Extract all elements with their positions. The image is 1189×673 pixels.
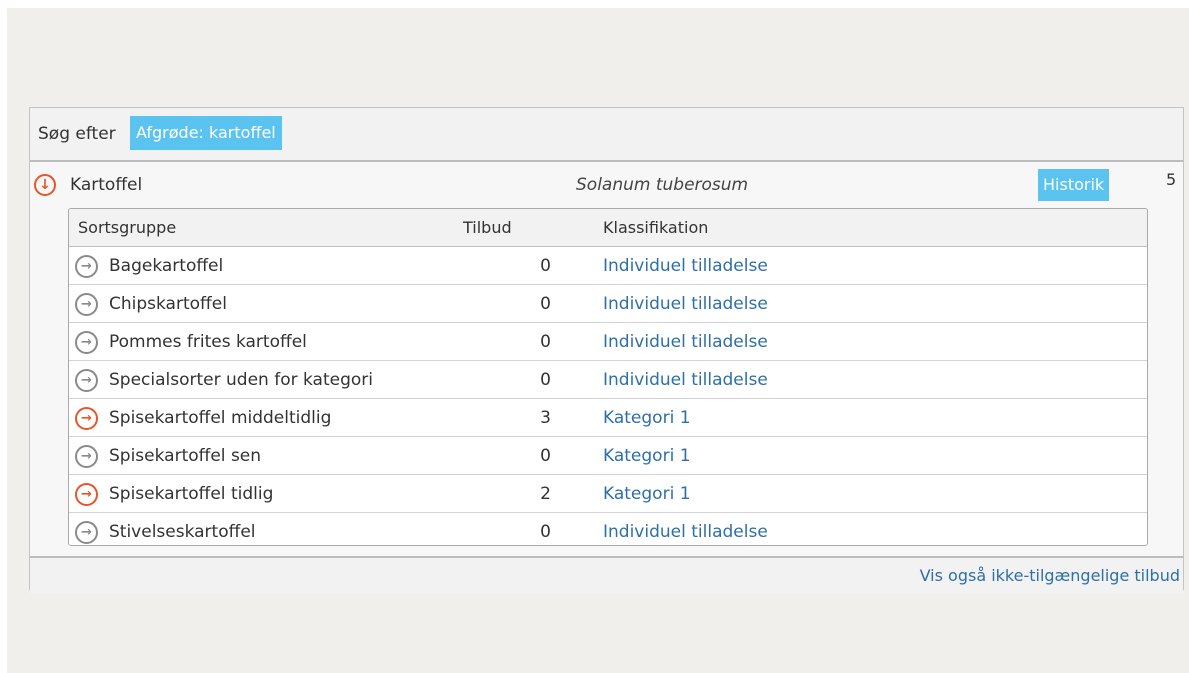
arrow-right-circle-icon[interactable]: → — [75, 369, 98, 392]
search-label: Søg efter — [38, 124, 116, 144]
row-offer-count: 0 — [540, 332, 551, 352]
column-header-offers[interactable]: Tilbud — [463, 218, 512, 237]
row-group-name[interactable]: Spisekartoffel tidlig — [109, 484, 273, 504]
row-offer-count: 0 — [540, 294, 551, 314]
arrow-right-circle-icon[interactable]: → — [75, 407, 98, 430]
footer-bar: Vis også ikke-tilgængelige tilbud — [30, 556, 1183, 594]
row-offer-count: 0 — [540, 256, 551, 276]
row-classification-link[interactable]: Kategori 1 — [603, 484, 691, 504]
crop-row: ↓ Kartoffel Solanum tuberosum Historik 5 — [30, 162, 1183, 206]
row-offer-count: 3 — [540, 408, 551, 428]
row-group-name[interactable]: Bagekartoffel — [109, 256, 223, 276]
table-row[interactable]: → Stivelseskartoffel 0 Individuel tilladels… — [69, 513, 1147, 545]
row-classification-link[interactable]: Kategori 1 — [603, 408, 691, 428]
variety-group-table: Sortsgruppe Tilbud Klassifikation → Bagek… — [68, 208, 1148, 546]
table-row[interactable]: → Chipskartoffel 0 Individuel tilladelse — [69, 285, 1147, 323]
row-group-name[interactable]: Specialsorter uden for kategori — [109, 370, 373, 390]
arrow-right-circle-icon[interactable]: → — [75, 255, 98, 278]
table-row[interactable]: → Specialsorter uden for kategori 0 Individ… — [69, 361, 1147, 399]
crop-name[interactable]: Kartoffel — [70, 175, 142, 195]
table-row[interactable]: → Pommes frites kartoffel 0 Individuel till… — [69, 323, 1147, 361]
row-classification-link[interactable]: Individuel tilladelse — [603, 522, 768, 542]
page-background: Søg efter Afgrøde: kartoffel ↓ Kartoffel… — [7, 8, 1189, 673]
row-group-name[interactable]: Spisekartoffel middeltidlig — [109, 408, 331, 428]
arrow-right-circle-icon[interactable]: → — [75, 445, 98, 468]
arrow-right-circle-icon[interactable]: → — [75, 483, 98, 506]
table-row[interactable]: → Bagekartoffel 0 Individuel tilladelse — [69, 247, 1147, 285]
arrow-down-circle-icon[interactable]: ↓ — [34, 174, 56, 196]
table-row[interactable]: → Spisekartoffel middeltidlig 3 Kategori 1 — [69, 399, 1147, 437]
table-row[interactable]: → Spisekartoffel tidlig 2 Kategori 1 — [69, 475, 1147, 513]
row-group-name[interactable]: Pommes frites kartoffel — [109, 332, 307, 352]
filter-chip-crop[interactable]: Afgrøde: kartoffel — [130, 116, 282, 150]
arrow-right-circle-icon[interactable]: → — [75, 521, 98, 544]
row-offer-count: 0 — [540, 370, 551, 390]
crop-latin-name: Solanum tuberosum — [576, 175, 749, 195]
column-header-classification[interactable]: Klassifikation — [603, 218, 708, 237]
search-results-panel: Søg efter Afgrøde: kartoffel ↓ Kartoffel… — [29, 107, 1184, 594]
table-row[interactable]: → Spisekartoffel sen 0 Kategori 1 — [69, 437, 1147, 475]
row-group-name[interactable]: Spisekartoffel sen — [109, 446, 261, 466]
row-classification-link[interactable]: Kategori 1 — [603, 446, 691, 466]
show-unavailable-offers-link[interactable]: Vis også ikke-tilgængelige tilbud — [920, 566, 1180, 585]
table-body: → Bagekartoffel 0 Individuel tilladelse → Chi… — [69, 247, 1147, 545]
row-offer-count: 0 — [540, 522, 551, 542]
row-offer-count: 2 — [540, 484, 551, 504]
row-classification-link[interactable]: Individuel tilladelse — [603, 294, 768, 314]
arrow-right-circle-icon[interactable]: → — [75, 331, 98, 354]
offer-count: 5 — [1166, 170, 1177, 189]
table-header: Sortsgruppe Tilbud Klassifikation — [69, 209, 1147, 247]
row-classification-link[interactable]: Individuel tilladelse — [603, 370, 768, 390]
row-classification-link[interactable]: Individuel tilladelse — [603, 256, 768, 276]
row-classification-link[interactable]: Individuel tilladelse — [603, 332, 768, 352]
row-offer-count: 0 — [540, 446, 551, 466]
row-group-name[interactable]: Chipskartoffel — [109, 294, 227, 314]
history-button[interactable]: Historik — [1038, 169, 1110, 201]
column-header-group[interactable]: Sortsgruppe — [78, 218, 176, 237]
search-bar: Søg efter Afgrøde: kartoffel — [30, 108, 1183, 162]
arrow-right-circle-icon[interactable]: → — [75, 293, 98, 316]
row-group-name[interactable]: Stivelseskartoffel — [109, 522, 256, 542]
